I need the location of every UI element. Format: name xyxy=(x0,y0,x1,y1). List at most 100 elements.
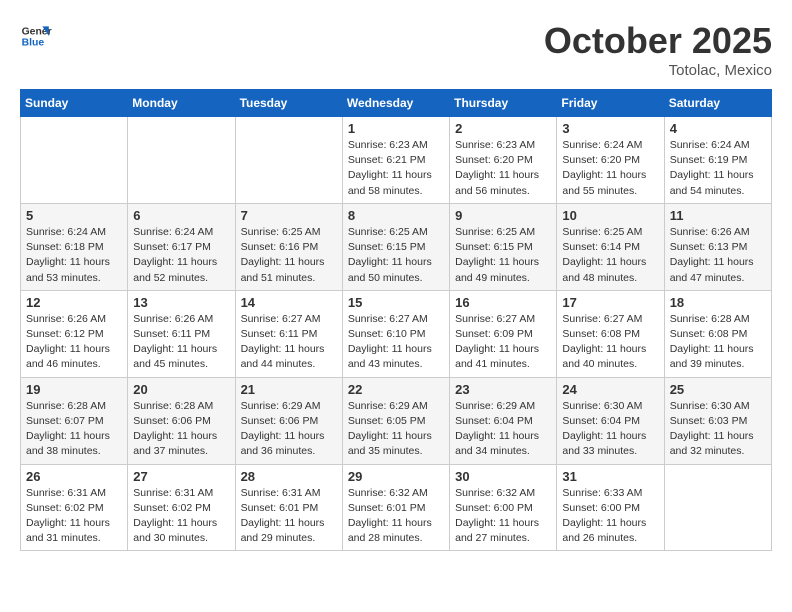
day-number: 17 xyxy=(562,295,658,310)
day-number: 16 xyxy=(455,295,551,310)
logo: General Blue xyxy=(20,20,52,52)
day-info: Sunrise: 6:33 AM Sunset: 6:00 PM Dayligh… xyxy=(562,486,658,547)
day-info: Sunrise: 6:32 AM Sunset: 6:01 PM Dayligh… xyxy=(348,486,444,547)
calendar-table: Sunday Monday Tuesday Wednesday Thursday… xyxy=(20,89,772,551)
day-info: Sunrise: 6:24 AM Sunset: 6:18 PM Dayligh… xyxy=(26,225,122,286)
day-info: Sunrise: 6:27 AM Sunset: 6:10 PM Dayligh… xyxy=(348,312,444,373)
table-row: 7 Sunrise: 6:25 AM Sunset: 6:16 PM Daylig… xyxy=(235,203,342,290)
day-number: 6 xyxy=(133,208,229,223)
day-number: 31 xyxy=(562,469,658,484)
table-row: 4 Sunrise: 6:24 AM Sunset: 6:19 PM Daylig… xyxy=(664,117,771,204)
table-row: 25Sunrise: 6:30 AM Sunset: 6:03 PM Dayli… xyxy=(664,377,771,464)
day-info: Sunrise: 6:23 AM Sunset: 6:21 PM Dayligh… xyxy=(348,138,444,199)
table-row xyxy=(21,117,128,204)
table-row: 5 Sunrise: 6:24 AM Sunset: 6:18 PM Daylig… xyxy=(21,203,128,290)
day-number: 24 xyxy=(562,382,658,397)
day-number: 13 xyxy=(133,295,229,310)
day-info: Sunrise: 6:29 AM Sunset: 6:06 PM Dayligh… xyxy=(241,399,337,460)
day-number: 14 xyxy=(241,295,337,310)
day-info: Sunrise: 6:26 AM Sunset: 6:11 PM Dayligh… xyxy=(133,312,229,373)
day-number: 29 xyxy=(348,469,444,484)
table-row: 18Sunrise: 6:28 AM Sunset: 6:08 PM Dayli… xyxy=(664,290,771,377)
table-row: 31 Sunrise: 6:33 AM Sunset: 6:00 PM Dayli… xyxy=(557,464,664,551)
day-info: Sunrise: 6:25 AM Sunset: 6:15 PM Dayligh… xyxy=(455,225,551,286)
day-number: 8 xyxy=(348,208,444,223)
day-info: Sunrise: 6:25 AM Sunset: 6:16 PM Dayligh… xyxy=(241,225,337,286)
logo-icon: General Blue xyxy=(20,20,52,52)
table-row: 14 Sunrise: 6:27 AM Sunset: 6:11 PM Dayli… xyxy=(235,290,342,377)
day-number: 28 xyxy=(241,469,337,484)
table-row: 16Sunrise: 6:27 AM Sunset: 6:09 PM Dayli… xyxy=(450,290,557,377)
calendar-week-row: 1 Sunrise: 6:23 AM Sunset: 6:21 PM Daylig… xyxy=(21,117,772,204)
day-info: Sunrise: 6:26 AM Sunset: 6:12 PM Dayligh… xyxy=(26,312,122,373)
day-info: Sunrise: 6:31 AM Sunset: 6:02 PM Dayligh… xyxy=(26,486,122,547)
day-info: Sunrise: 6:25 AM Sunset: 6:15 PM Dayligh… xyxy=(348,225,444,286)
svg-text:Blue: Blue xyxy=(22,38,45,49)
col-tuesday: Tuesday xyxy=(235,90,342,117)
day-number: 4 xyxy=(670,121,766,136)
day-info: Sunrise: 6:23 AM Sunset: 6:20 PM Dayligh… xyxy=(455,138,551,199)
table-row: 13 Sunrise: 6:26 AM Sunset: 6:11 PM Dayli… xyxy=(128,290,235,377)
day-info: Sunrise: 6:29 AM Sunset: 6:04 PM Dayligh… xyxy=(455,399,551,460)
day-info: Sunrise: 6:27 AM Sunset: 6:11 PM Dayligh… xyxy=(241,312,337,373)
col-sunday: Sunday xyxy=(21,90,128,117)
day-number: 27 xyxy=(133,469,229,484)
day-number: 30 xyxy=(455,469,551,484)
table-row: 24 Sunrise: 6:30 AM Sunset: 6:04 PM Dayli… xyxy=(557,377,664,464)
col-friday: Friday xyxy=(557,90,664,117)
page-header: General Blue October 2025 Totolac, Mexic… xyxy=(20,20,772,79)
day-number: 21 xyxy=(241,382,337,397)
table-row: 29 Sunrise: 6:32 AM Sunset: 6:01 PM Dayli… xyxy=(342,464,449,551)
title-block: October 2025 Totolac, Mexico xyxy=(544,20,772,79)
day-info: Sunrise: 6:24 AM Sunset: 6:20 PM Dayligh… xyxy=(562,138,658,199)
calendar-week-row: 5 Sunrise: 6:24 AM Sunset: 6:18 PM Daylig… xyxy=(21,203,772,290)
day-info: Sunrise: 6:24 AM Sunset: 6:19 PM Dayligh… xyxy=(670,138,766,199)
table-row xyxy=(128,117,235,204)
table-row xyxy=(235,117,342,204)
day-number: 7 xyxy=(241,208,337,223)
day-info: Sunrise: 6:29 AM Sunset: 6:05 PM Dayligh… xyxy=(348,399,444,460)
calendar-header-row: Sunday Monday Tuesday Wednesday Thursday… xyxy=(21,90,772,117)
table-row: 28Sunrise: 6:31 AM Sunset: 6:01 PM Dayli… xyxy=(235,464,342,551)
col-thursday: Thursday xyxy=(450,90,557,117)
day-info: Sunrise: 6:26 AM Sunset: 6:13 PM Dayligh… xyxy=(670,225,766,286)
day-number: 2 xyxy=(455,121,551,136)
day-number: 23 xyxy=(455,382,551,397)
table-row: 22 Sunrise: 6:29 AM Sunset: 6:05 PM Dayli… xyxy=(342,377,449,464)
day-number: 15 xyxy=(348,295,444,310)
calendar-week-row: 26Sunrise: 6:31 AM Sunset: 6:02 PM Dayli… xyxy=(21,464,772,551)
day-number: 12 xyxy=(26,295,122,310)
table-row: 17Sunrise: 6:27 AM Sunset: 6:08 PM Dayli… xyxy=(557,290,664,377)
table-row: 12 Sunrise: 6:26 AM Sunset: 6:12 PM Dayli… xyxy=(21,290,128,377)
day-number: 25 xyxy=(670,382,766,397)
day-number: 22 xyxy=(348,382,444,397)
day-number: 11 xyxy=(670,208,766,223)
day-number: 20 xyxy=(133,382,229,397)
day-number: 3 xyxy=(562,121,658,136)
table-row: 27 Sunrise: 6:31 AM Sunset: 6:02 PM Dayli… xyxy=(128,464,235,551)
table-row: 9 Sunrise: 6:25 AM Sunset: 6:15 PM Daylig… xyxy=(450,203,557,290)
day-number: 9 xyxy=(455,208,551,223)
day-number: 5 xyxy=(26,208,122,223)
table-row: 30 Sunrise: 6:32 AM Sunset: 6:00 PM Dayli… xyxy=(450,464,557,551)
day-info: Sunrise: 6:30 AM Sunset: 6:04 PM Dayligh… xyxy=(562,399,658,460)
location: Totolac, Mexico xyxy=(544,62,772,79)
table-row xyxy=(664,464,771,551)
calendar-week-row: 19 Sunrise: 6:28 AM Sunset: 6:07 PM Dayli… xyxy=(21,377,772,464)
col-wednesday: Wednesday xyxy=(342,90,449,117)
day-number: 19 xyxy=(26,382,122,397)
day-info: Sunrise: 6:32 AM Sunset: 6:00 PM Dayligh… xyxy=(455,486,551,547)
table-row: 20 Sunrise: 6:28 AM Sunset: 6:06 PM Dayli… xyxy=(128,377,235,464)
day-info: Sunrise: 6:28 AM Sunset: 6:08 PM Dayligh… xyxy=(670,312,766,373)
day-info: Sunrise: 6:31 AM Sunset: 6:02 PM Dayligh… xyxy=(133,486,229,547)
table-row: 15 Sunrise: 6:27 AM Sunset: 6:10 PM Dayli… xyxy=(342,290,449,377)
day-info: Sunrise: 6:28 AM Sunset: 6:07 PM Dayligh… xyxy=(26,399,122,460)
table-row: 2 Sunrise: 6:23 AM Sunset: 6:20 PM Daylig… xyxy=(450,117,557,204)
table-row: 23 Sunrise: 6:29 AM Sunset: 6:04 PM Dayli… xyxy=(450,377,557,464)
day-number: 1 xyxy=(348,121,444,136)
day-info: Sunrise: 6:28 AM Sunset: 6:06 PM Dayligh… xyxy=(133,399,229,460)
calendar-week-row: 12 Sunrise: 6:26 AM Sunset: 6:12 PM Dayli… xyxy=(21,290,772,377)
day-info: Sunrise: 6:25 AM Sunset: 6:14 PM Dayligh… xyxy=(562,225,658,286)
table-row: 3 Sunrise: 6:24 AM Sunset: 6:20 PM Daylig… xyxy=(557,117,664,204)
table-row: 10Sunrise: 6:25 AM Sunset: 6:14 PM Dayli… xyxy=(557,203,664,290)
